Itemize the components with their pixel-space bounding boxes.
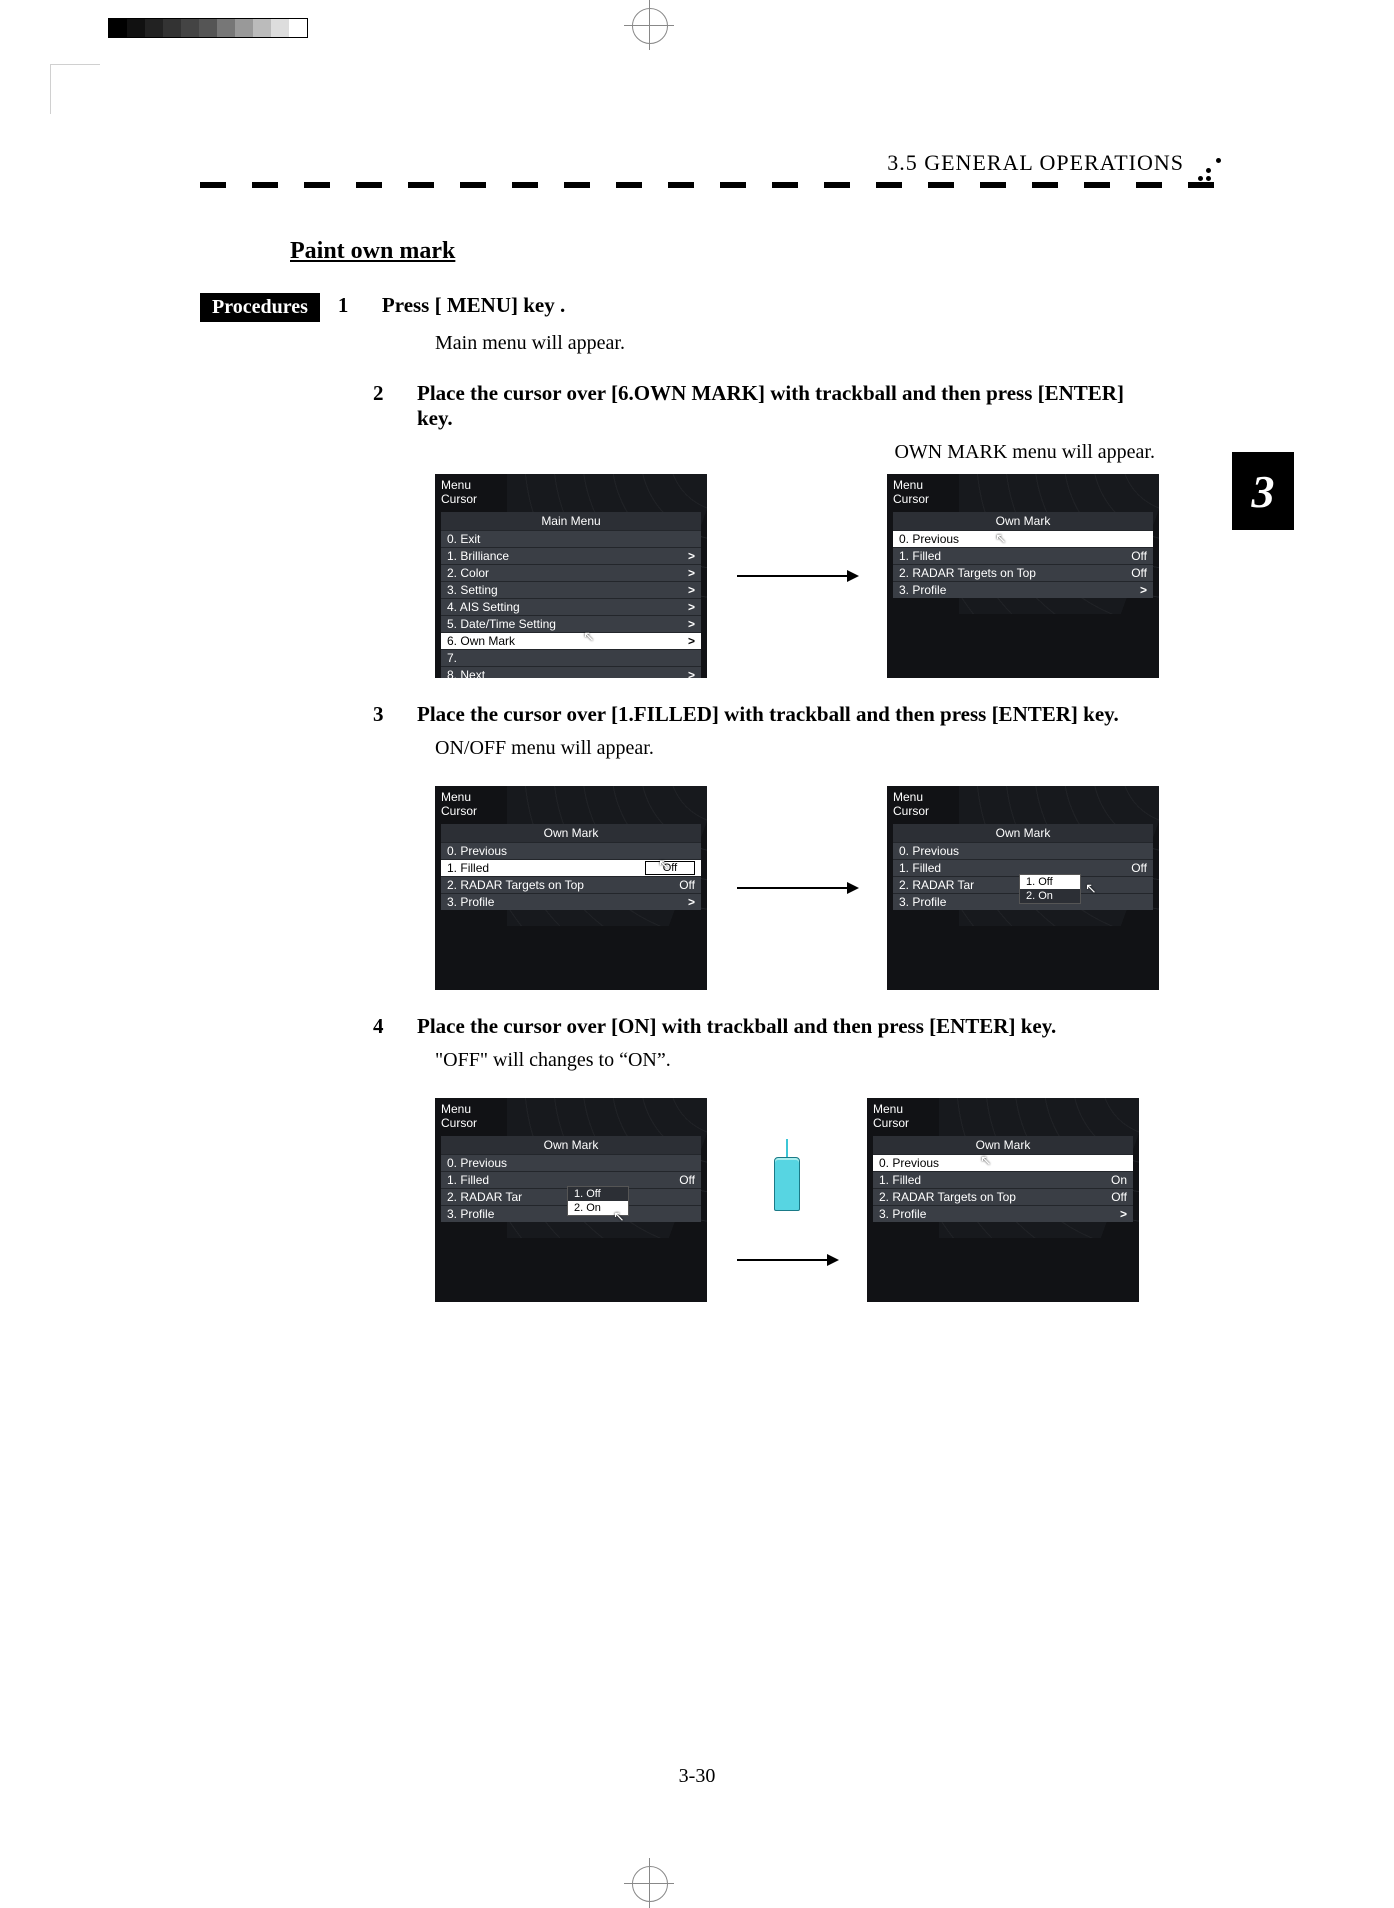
arrow-icon (737, 575, 857, 577)
step-number: 3 (373, 702, 413, 727)
popup-option[interactable]: 1. Off (568, 1187, 628, 1201)
menu-item[interactable]: 3. Profile> (893, 581, 1153, 598)
menu-item-selected[interactable]: 0. Previous (893, 530, 1153, 547)
cursor-icon: ↖ (613, 1208, 625, 1225)
cursor-icon: ↖ (1085, 880, 1097, 897)
menu-label: Menu (441, 790, 477, 804)
step-heading: Press [ MENU] key . (382, 293, 1102, 318)
step-heading: Place the cursor over [1.FILLED] with tr… (417, 702, 1137, 727)
menu-item[interactable]: 1. FilledOn (873, 1171, 1133, 1188)
menu-item[interactable]: 8. Next> (441, 666, 701, 678)
cursor-icon: ↖ (980, 1152, 992, 1169)
own-mark-icon (766, 1139, 808, 1229)
screenshot-own-mark-popup: Menu Cursor Own Mark 0. Previous 1. Fill… (887, 786, 1159, 990)
registration-mark (624, 0, 674, 50)
menu-item-selected[interactable]: 6. Own Mark> (441, 632, 701, 649)
screenshot-own-mark-result: Menu Cursor Own Mark 0. Previous 1. Fill… (867, 1098, 1139, 1302)
step-note: OWN MARK menu will appear. (435, 441, 1155, 464)
cursor-icon: ↖ (658, 856, 670, 873)
screenshot-own-mark-filled: Menu Cursor Own Mark 0. Previous 1. Fill… (435, 786, 707, 990)
dashed-rule (200, 182, 1224, 188)
menu-label: Menu (893, 478, 929, 492)
menu-label: Menu (893, 790, 929, 804)
menu-title: Own Mark (893, 512, 1153, 530)
menu-item[interactable]: 2. RADAR Targets on TopOff (893, 564, 1153, 581)
menu-item[interactable]: 2. RADAR Targets on TopOff (441, 876, 701, 893)
procedures-label: Procedures (200, 293, 320, 322)
popup-option[interactable]: 2. On (1020, 889, 1080, 903)
cursor-label: Cursor (893, 804, 929, 818)
menu-item[interactable]: 0. Previous (893, 842, 1153, 859)
decorative-dots (1194, 158, 1224, 182)
step-body: Main menu will appear. (435, 332, 1155, 355)
cursor-label: Cursor (873, 1116, 909, 1130)
step-number: 4 (373, 1014, 413, 1039)
step-number: 1 (338, 293, 378, 318)
menu-title: Own Mark (893, 824, 1153, 842)
menu-title: Main Menu (441, 512, 701, 530)
menu-item-selected[interactable]: 0. Previous (873, 1154, 1133, 1171)
crop-mark (0, 24, 80, 104)
screenshot-main-menu: Menu Cursor Main Menu 0. Exit 1. Brillia… (435, 474, 707, 678)
subheading: Paint own mark (290, 238, 1170, 265)
menu-item[interactable]: 5. Date/Time Setting> (441, 615, 701, 632)
menu-item[interactable]: 7. (441, 649, 701, 666)
menu-item[interactable]: 3. Profile> (873, 1205, 1133, 1222)
menu-item[interactable]: 3. Setting> (441, 581, 701, 598)
step-heading: Place the cursor over [ON] with trackbal… (417, 1014, 1137, 1039)
arrow-icon (737, 1259, 837, 1261)
menu-item[interactable]: 1. Brilliance> (441, 547, 701, 564)
popup-option[interactable]: 1. Off (1020, 875, 1080, 889)
calibration-strip (108, 18, 308, 38)
cursor-icon: ↖ (583, 628, 595, 645)
cursor-icon: ↖ (995, 530, 1007, 547)
cursor-label: Cursor (441, 804, 477, 818)
menu-item[interactable]: 4. AIS Setting> (441, 598, 701, 615)
menu-item[interactable]: 3. Profile> (441, 893, 701, 910)
cursor-label: Cursor (893, 492, 929, 506)
chapter-tab: 3 (1232, 452, 1294, 530)
menu-label: Menu (441, 478, 477, 492)
page-number: 3-30 (0, 1765, 1394, 1788)
step-body: ON/OFF menu will appear. (435, 737, 1155, 760)
menu-item[interactable]: 1. FilledOff (893, 547, 1153, 564)
step-number: 2 (373, 381, 413, 406)
menu-item[interactable]: 0. Previous (441, 1154, 701, 1171)
step-body: "OFF" will changes to “ON”. (435, 1049, 1155, 1072)
cursor-label: Cursor (441, 492, 477, 506)
menu-label: Menu (441, 1102, 477, 1116)
screenshot-own-mark: Menu Cursor Own Mark 0. Previous 1. Fill… (887, 474, 1159, 678)
chapter-number: 3 (1252, 465, 1275, 518)
menu-item[interactable]: 2. RADAR Targets on TopOff (873, 1188, 1133, 1205)
menu-title: Own Mark (441, 1136, 701, 1154)
menu-label: Menu (873, 1102, 909, 1116)
menu-item[interactable]: 2. Color> (441, 564, 701, 581)
section-breadcrumb: 3.5 GENERAL OPERATIONS (200, 150, 1224, 176)
menu-title: Own Mark (873, 1136, 1133, 1154)
arrow-icon (737, 887, 857, 889)
registration-mark (624, 1858, 674, 1908)
cursor-label: Cursor (441, 1116, 477, 1130)
screenshot-own-mark-on: Menu Cursor Own Mark 0. Previous 1. Fill… (435, 1098, 707, 1302)
step-heading: Place the cursor over [6.OWN MARK] with … (417, 381, 1137, 431)
menu-title: Own Mark (441, 824, 701, 842)
menu-item[interactable]: 0. Exit (441, 530, 701, 547)
